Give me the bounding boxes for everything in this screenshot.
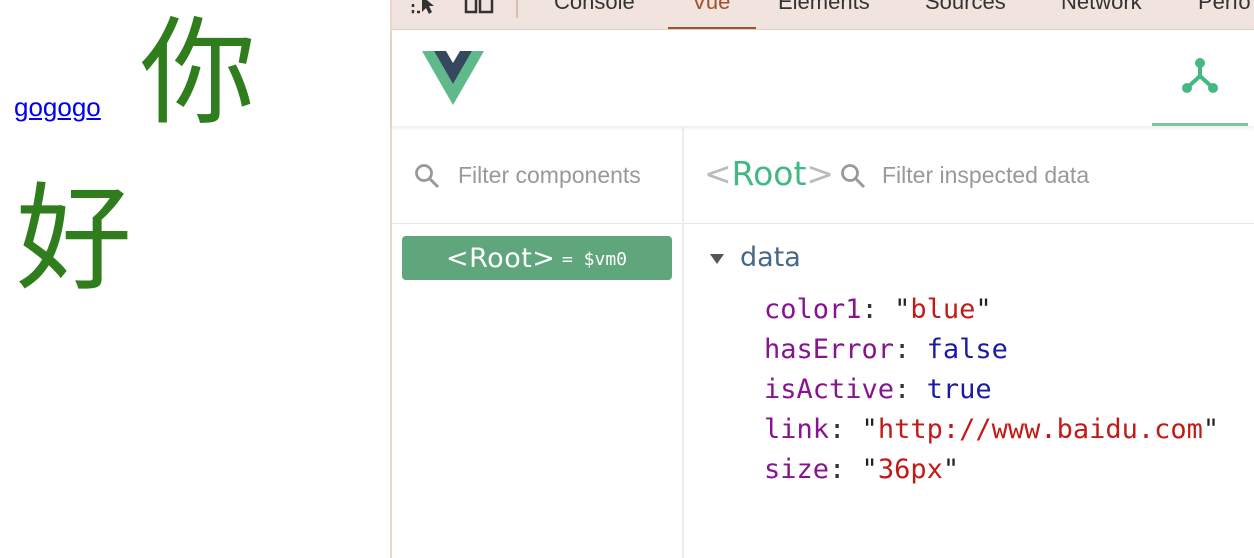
field-value[interactable]: "http://www.baidu.com" [862,414,1220,445]
inspect-element-icon[interactable] [410,0,440,14]
green-text-ni: 你 [140,6,256,141]
vue-logo-icon [422,51,484,105]
component-filter-bar [392,126,682,224]
inspector-header: <Root> [684,126,1254,224]
tab-console[interactable]: Console [554,0,635,14]
components-tab-button[interactable] [1152,30,1248,126]
search-icon [841,164,866,189]
filter-components-input[interactable] [458,156,678,194]
data-field-row[interactable]: hasError: false [764,330,1219,370]
devtools-panel: Console Vue Elements Sources Network Per… [390,0,1254,558]
field-value[interactable]: true [927,374,992,405]
tab-sources[interactable]: Sources [925,0,1006,14]
component-tree-pane: <Root> = $vm0 [392,126,684,558]
gogogo-link[interactable]: gogogo [14,92,101,123]
data-field-list: color1: "blue" hasError: false isActive: t… [764,290,1219,490]
component-tag: <Root> [446,243,556,274]
devtools-tab-bar: Console Vue Elements Sources Network Per… [392,0,1254,30]
filter-inspected-data-input[interactable] [882,156,1182,194]
field-key: color1 [764,294,862,325]
field-key: size [764,454,830,485]
device-toolbar-icon[interactable] [464,0,494,14]
vue-devtools-header [392,30,1254,126]
tab-elements[interactable]: Elements [778,0,870,14]
green-text-hao: 好 [16,172,132,307]
inspector-pane: <Root> data color1: "blue"hasError: fals… [684,126,1254,558]
field-value[interactable]: "blue" [894,294,992,325]
component-vm-ref: = $vm0 [562,249,628,270]
field-key: hasError [764,334,895,365]
tab-performance[interactable]: Perfo [1198,0,1251,14]
component-tree-icon [1182,58,1218,93]
page-viewport: gogogo 你 好 [0,0,390,558]
inspected-component-title: <Root> [704,154,835,193]
section-label: data [740,242,801,273]
field-value[interactable]: false [927,334,1008,365]
data-field-row[interactable]: isActive: true [764,370,1219,410]
page: gogogo 你 好 Console Vue Elements Sources … [0,0,1254,558]
tab-vue[interactable]: Vue [692,0,730,14]
field-key: isActive [764,374,895,405]
toolbar-divider [516,0,518,18]
component-tree-item-root[interactable]: <Root> = $vm0 [402,236,672,280]
field-key: link [764,414,830,445]
data-field-row[interactable]: color1: "blue" [764,290,1219,330]
expand-arrow-icon [710,254,724,264]
data-field-row[interactable]: size: "36px" [764,450,1219,490]
data-field-row[interactable]: link: "http://www.baidu.com" [764,410,1219,450]
field-value[interactable]: "36px" [862,454,960,485]
search-icon [415,164,440,189]
tab-network[interactable]: Network [1061,0,1142,14]
